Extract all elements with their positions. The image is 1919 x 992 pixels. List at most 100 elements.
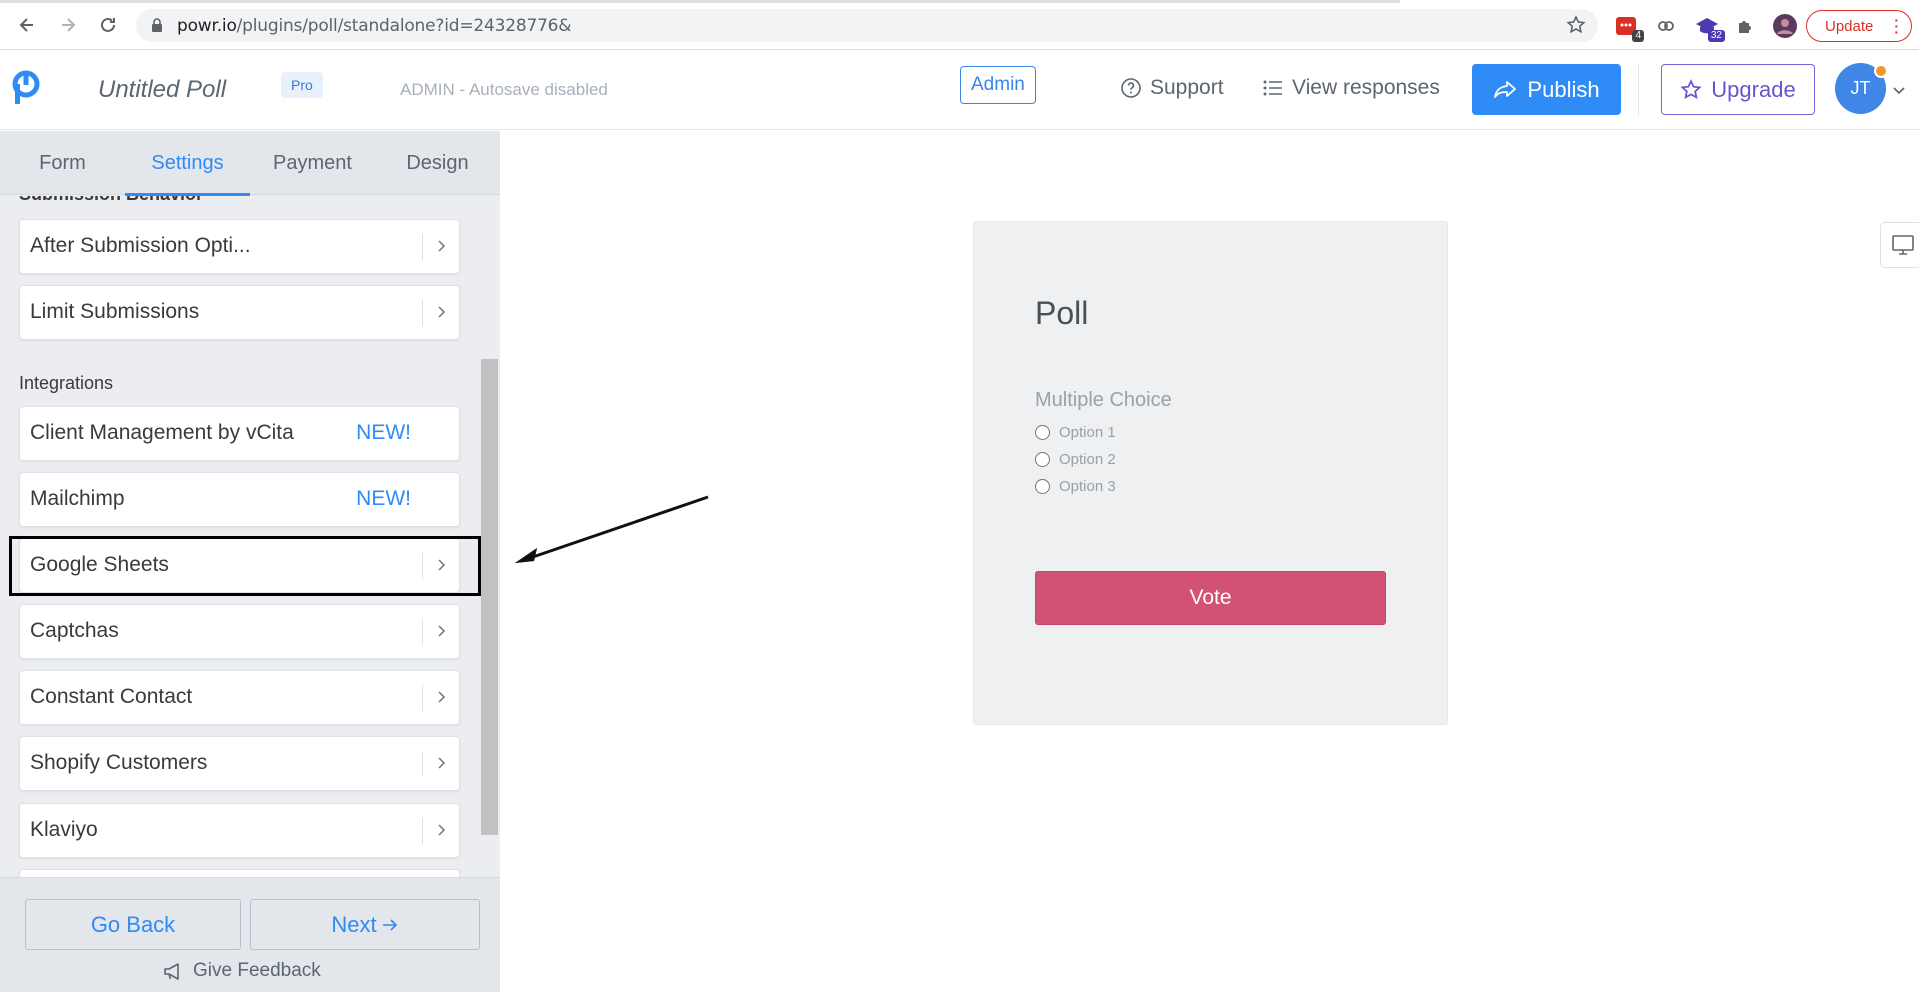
radio-button[interactable]: [1035, 452, 1050, 467]
back-icon[interactable]: [14, 12, 40, 38]
option-label: Option 1: [1059, 424, 1116, 441]
next-label: Next: [331, 911, 377, 937]
powr-logo-icon[interactable]: [12, 70, 40, 111]
item-label: Captchas: [30, 619, 119, 642]
option-label: Option 2: [1059, 451, 1116, 468]
chevron-right-icon: [437, 823, 446, 842]
tab-form[interactable]: Form: [0, 131, 125, 195]
star-icon: [1680, 78, 1702, 99]
vote-button[interactable]: Vote: [1035, 571, 1386, 625]
tab-design[interactable]: Design: [375, 131, 500, 195]
editor-tabs: Form Settings Payment Design: [0, 131, 500, 196]
monitor-icon: [1892, 235, 1914, 255]
upgrade-button[interactable]: Upgrade: [1661, 64, 1815, 115]
chevron-down-icon[interactable]: [1893, 82, 1905, 100]
arrow-right-icon: [382, 918, 397, 931]
new-badge: NEW!: [356, 421, 411, 444]
item-divider: [422, 234, 423, 260]
extension-badge: 32: [1707, 30, 1725, 42]
address-bar[interactable]: powr.io/plugins/poll/standalone?id=24328…: [136, 9, 1598, 42]
view-responses-label: View responses: [1292, 76, 1440, 99]
tab-payment[interactable]: Payment: [250, 131, 375, 195]
section-heading-submission: Submission Behavior: [19, 196, 203, 205]
app-header: Untitled Poll Pro ADMIN - Autosave disab…: [0, 50, 1919, 130]
give-feedback-link[interactable]: Give Feedback: [163, 960, 321, 982]
item-divider: [422, 685, 423, 711]
admin-button[interactable]: Admin: [960, 66, 1036, 104]
lock-icon: [150, 17, 164, 38]
poll-option[interactable]: Option 3: [1035, 478, 1116, 495]
browser-update-button[interactable]: Update · · ·: [1806, 10, 1912, 42]
next-button[interactable]: Next: [250, 899, 480, 950]
reload-icon[interactable]: [95, 12, 121, 38]
item-divider: [422, 300, 423, 326]
poll-option[interactable]: Option 2: [1035, 451, 1116, 468]
highlight-box: [9, 536, 481, 596]
after-submission-item[interactable]: After Submission Opti...: [19, 219, 460, 274]
profile-avatar-icon[interactable]: [1772, 13, 1798, 39]
item-label: Constant Contact: [30, 685, 193, 708]
question-label: Multiple Choice: [1035, 389, 1172, 411]
next-item-partial[interactable]: [19, 869, 460, 877]
browser-toolbar: powr.io/plugins/poll/standalone?id=24328…: [0, 0, 1919, 50]
item-label: Shopify Customers: [30, 751, 208, 774]
url-text: powr.io/plugins/poll/standalone?id=24328…: [177, 16, 572, 36]
item-label: Limit Submissions: [30, 300, 200, 323]
settings-scroll-area[interactable]: Submission Behavior After Submission Opt…: [0, 196, 500, 877]
extension-red-icon[interactable]: 4: [1613, 13, 1644, 42]
limit-submissions-item[interactable]: Limit Submissions: [19, 285, 460, 340]
forward-icon[interactable]: [55, 12, 81, 38]
item-divider: [422, 751, 423, 777]
vcita-item[interactable]: Client Management by vCita NEW!: [19, 406, 460, 461]
new-badge: NEW!: [356, 487, 411, 510]
publish-label: Publish: [1527, 76, 1600, 102]
poll-widget: Poll Multiple Choice Option 1 Option 2 O…: [973, 221, 1448, 725]
option-label: Option 3: [1059, 478, 1116, 495]
app-title[interactable]: Untitled Poll: [98, 76, 226, 104]
chevron-right-icon: [437, 305, 446, 324]
sidebar-footer: Go Back Next Give Feedback: [0, 877, 500, 992]
list-icon: [1263, 80, 1282, 96]
item-divider: [422, 818, 423, 844]
mailchimp-item[interactable]: Mailchimp NEW!: [19, 472, 460, 527]
chevron-right-icon: [437, 690, 446, 709]
item-label: Client Management by vCita: [30, 421, 294, 444]
pro-badge: Pro: [281, 72, 323, 98]
bookmark-star-icon[interactable]: [1566, 15, 1586, 40]
view-responses-link[interactable]: View responses: [1262, 76, 1440, 100]
constant-contact-item[interactable]: Constant Contact: [19, 670, 460, 725]
scrollbar-thumb[interactable]: [481, 359, 498, 835]
annotation-arrow: [505, 490, 715, 575]
go-back-label: Go Back: [90, 911, 176, 937]
header-divider: [1638, 64, 1639, 116]
radio-button[interactable]: [1035, 425, 1050, 440]
upgrade-label: Upgrade: [1711, 76, 1796, 102]
item-label: Klaviyo: [30, 818, 98, 841]
radio-button[interactable]: [1035, 479, 1050, 494]
desktop-preview-toggle[interactable]: [1880, 222, 1919, 268]
publish-button[interactable]: Publish: [1472, 64, 1621, 115]
poll-option[interactable]: Option 1: [1035, 424, 1116, 441]
feedback-label: Give Feedback: [193, 960, 321, 981]
share-arrow-icon: [1494, 80, 1517, 98]
shopify-customers-item[interactable]: Shopify Customers: [19, 736, 460, 791]
klaviyo-item[interactable]: Klaviyo: [19, 803, 460, 858]
kebab-menu-icon: · · ·: [1894, 12, 1899, 40]
support-link[interactable]: Support: [1120, 76, 1224, 100]
notification-dot: [1874, 64, 1888, 78]
chevron-right-icon: [437, 756, 446, 775]
megaphone-icon: [164, 963, 179, 980]
extension-link-icon[interactable]: [1653, 13, 1679, 39]
captchas-item[interactable]: Captchas: [19, 604, 460, 659]
tab-strip-edge: [0, 0, 1400, 3]
settings-sidebar: Form Settings Payment Design Submission …: [0, 131, 500, 992]
extension-graduation-icon[interactable]: 32: [1694, 13, 1725, 42]
item-divider: [422, 619, 423, 645]
puzzle-icon[interactable]: [1733, 13, 1759, 39]
update-label: Update: [1825, 17, 1874, 35]
tab-settings[interactable]: Settings: [125, 131, 250, 196]
chevron-right-icon: [437, 624, 446, 643]
poll-title: Poll: [1035, 295, 1089, 331]
go-back-button[interactable]: Go Back: [25, 899, 241, 950]
chevron-right-icon: [437, 239, 446, 258]
